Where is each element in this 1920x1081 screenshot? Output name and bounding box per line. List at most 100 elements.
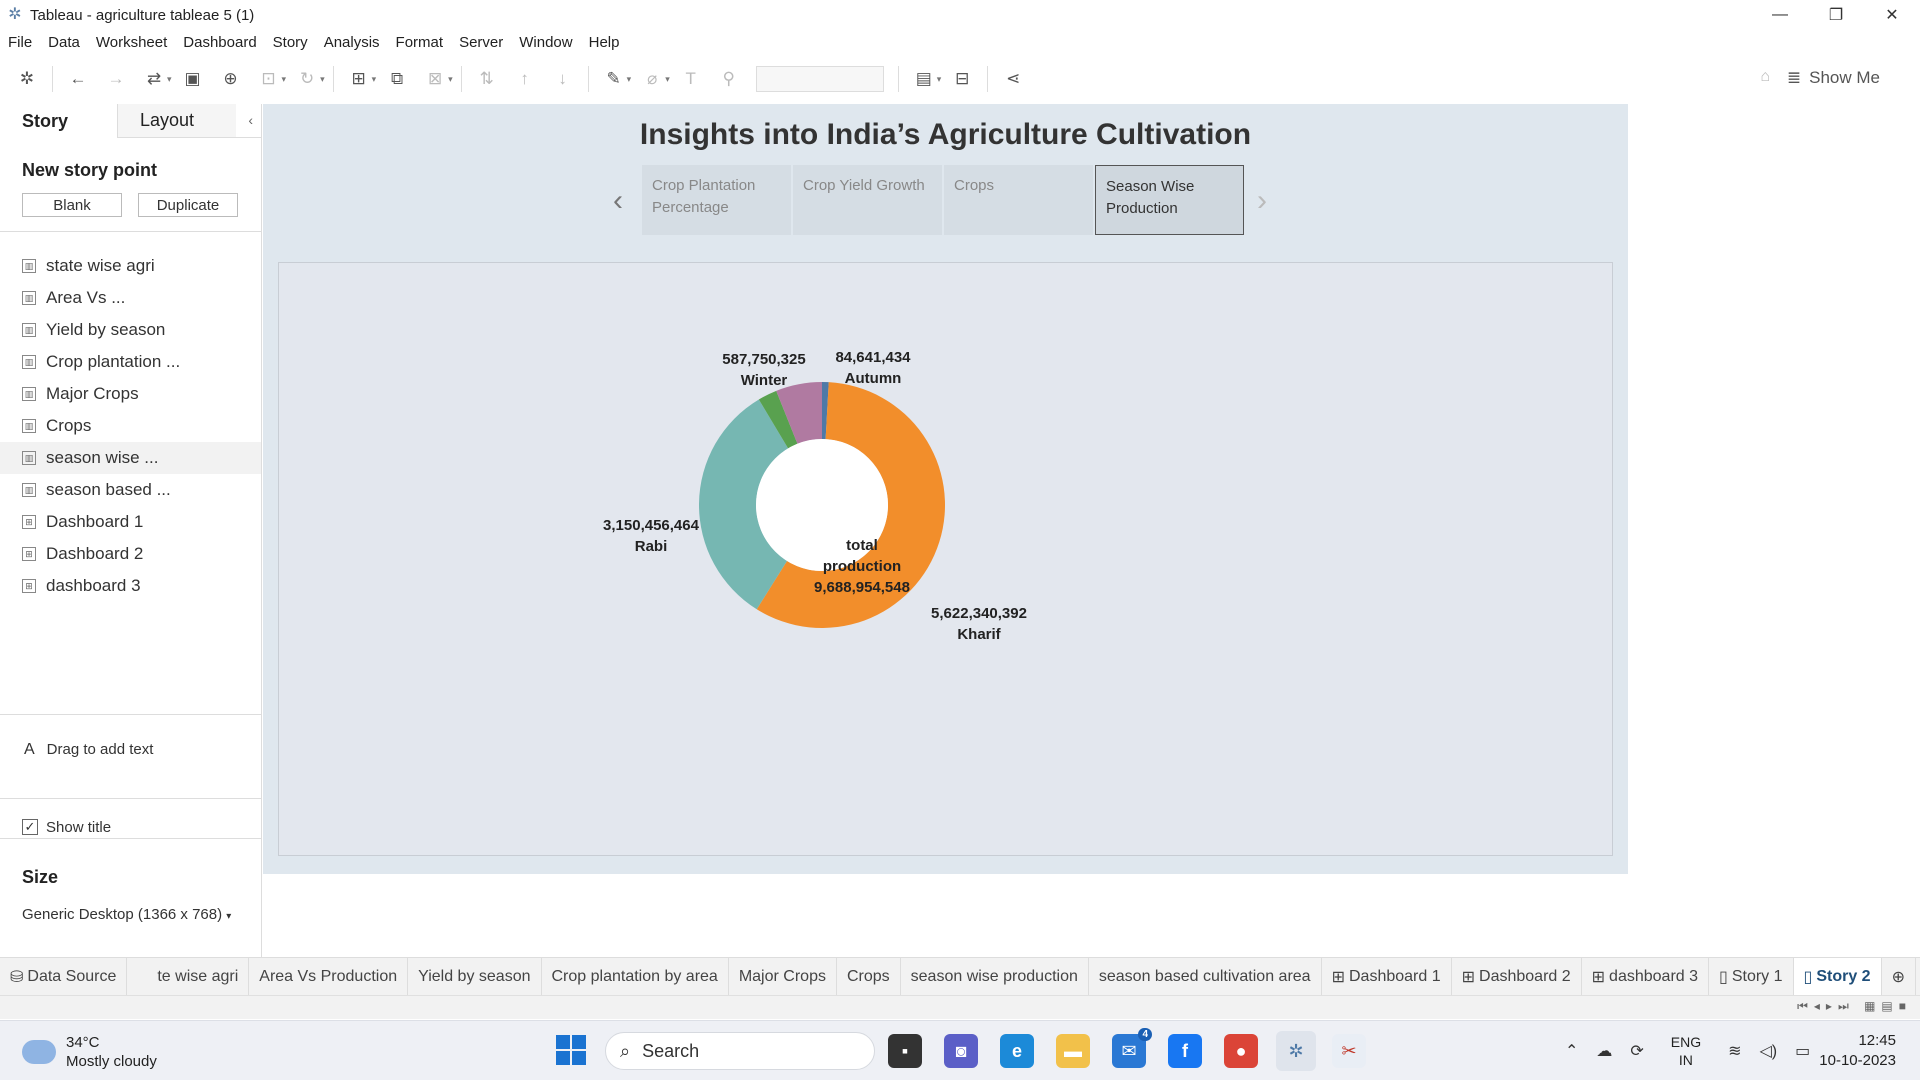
menu-format[interactable]: Format bbox=[388, 34, 452, 51]
close-button[interactable]: ✕ bbox=[1864, 0, 1920, 30]
donut-chart[interactable] bbox=[279, 263, 1614, 857]
sheet-item-season-wise[interactable]: ▥ season wise ... bbox=[0, 442, 261, 474]
start-button[interactable] bbox=[556, 1035, 586, 1065]
duplicate-button[interactable]: Duplicate bbox=[138, 193, 238, 217]
next-point-icon[interactable]: › bbox=[1257, 184, 1267, 218]
new-sheet-icon[interactable]: ⊞ bbox=[346, 66, 372, 92]
sheet-item-yield-by-season[interactable]: ▥ Yield by season bbox=[0, 314, 261, 346]
chevron-down-icon[interactable]: ▾ bbox=[320, 74, 325, 85]
sort-ascending-icon[interactable]: ↑ bbox=[512, 66, 538, 92]
taskbar-search[interactable]: ⌕ Search bbox=[605, 1032, 875, 1070]
swap-icon[interactable]: ⇅ bbox=[474, 66, 500, 92]
sheet-item-state-wise-agri[interactable]: ▥ state wise agri bbox=[0, 250, 261, 282]
sheet-item-major-crops[interactable]: ▥ Major Crops bbox=[0, 378, 261, 410]
chevron-down-icon[interactable]: ▾ bbox=[448, 74, 453, 85]
chrome-icon[interactable]: ● bbox=[1224, 1034, 1258, 1068]
sheet-navigation-icons[interactable]: ⏮◂▸⏭ ▦▤■ bbox=[1797, 999, 1912, 1014]
pause-updates-icon[interactable]: ⊡ bbox=[256, 66, 282, 92]
collapse-pane-icon[interactable]: ‹ bbox=[248, 112, 253, 128]
format-painter-icon[interactable]: ⌂ bbox=[1760, 68, 1770, 86]
menu-window[interactable]: Window bbox=[511, 34, 580, 51]
tab-season-wise-production[interactable]: season wise production bbox=[901, 957, 1089, 996]
tab-dashboard-3[interactable]: ⊞ dashboard 3 bbox=[1582, 957, 1710, 996]
highlight-icon[interactable]: ✎ bbox=[601, 66, 627, 92]
tab-yield-by-season[interactable]: Yield by season bbox=[408, 957, 542, 996]
menu-server[interactable]: Server bbox=[451, 34, 511, 51]
previous-point-icon[interactable]: ‹ bbox=[613, 184, 623, 218]
clock[interactable]: 12:45 10-10-2023 bbox=[1819, 1031, 1896, 1071]
sheet-item-dashboard-2[interactable]: ⊞ Dashboard 2 bbox=[0, 538, 261, 570]
chevron-down-icon[interactable]: ▾ bbox=[937, 74, 942, 85]
onedrive-icon[interactable]: ☁ bbox=[1596, 1041, 1612, 1061]
tab-crop-plantation-by-area[interactable]: Crop plantation by area bbox=[542, 957, 729, 996]
sheet-item-dashboard-1[interactable]: ⊞ Dashboard 1 bbox=[0, 506, 261, 538]
story-point-crops[interactable]: Crops bbox=[944, 165, 1093, 235]
redo-icon[interactable]: → bbox=[103, 66, 129, 92]
chat-icon[interactable]: ◙ bbox=[944, 1034, 978, 1068]
minimize-button[interactable]: — bbox=[1752, 0, 1808, 30]
save-icon[interactable]: ▣ bbox=[180, 66, 206, 92]
new-dashboard-tab-icon[interactable]: ⊞ bbox=[1916, 958, 1920, 996]
sort-descending-icon[interactable]: ↓ bbox=[550, 66, 576, 92]
sheet-item-dashboard-3[interactable]: ⊞ dashboard 3 bbox=[0, 570, 261, 602]
menu-help[interactable]: Help bbox=[581, 34, 628, 51]
sheet-item-crops[interactable]: ▥ Crops bbox=[0, 410, 261, 442]
menu-story[interactable]: Story bbox=[265, 34, 316, 51]
show-cards-icon[interactable]: ▤ bbox=[911, 66, 937, 92]
battery-icon[interactable]: ▭ bbox=[1795, 1041, 1810, 1061]
story-point-crop-yield[interactable]: Crop Yield Growth bbox=[793, 165, 942, 235]
task-view-icon[interactable]: ▪ bbox=[888, 1034, 922, 1068]
new-datasource-icon[interactable]: ⊕ bbox=[218, 66, 244, 92]
tab-story-1[interactable]: ▯ Story 1 bbox=[1709, 957, 1794, 996]
drag-to-add-text[interactable]: A Drag to add text bbox=[0, 714, 261, 798]
tab-crops[interactable]: Crops bbox=[837, 957, 901, 996]
refresh-icon[interactable]: ↻ bbox=[294, 66, 320, 92]
size-dropdown[interactable]: Generic Desktop (1366 x 768) ▾ bbox=[0, 888, 261, 923]
labels-icon[interactable]: T bbox=[678, 66, 704, 92]
facebook-icon[interactable]: f bbox=[1168, 1034, 1202, 1068]
chevron-down-icon[interactable]: ▾ bbox=[665, 74, 670, 85]
blank-button[interactable]: Blank bbox=[22, 193, 122, 217]
chevron-down-icon[interactable]: ▾ bbox=[282, 74, 287, 85]
menu-worksheet[interactable]: Worksheet bbox=[88, 34, 175, 51]
edge-icon[interactable]: e bbox=[1000, 1034, 1034, 1068]
sheet-item-season-based[interactable]: ▥ season based ... bbox=[0, 474, 261, 506]
replay-icon[interactable]: ⇄ bbox=[141, 66, 167, 92]
show-me-button[interactable]: ≣ Show Me bbox=[1787, 68, 1880, 88]
file-explorer-icon[interactable]: ▬ bbox=[1056, 1034, 1090, 1068]
share-icon[interactable]: ⋖ bbox=[1000, 66, 1026, 92]
sync-icon[interactable]: ⟳ bbox=[1630, 1041, 1643, 1061]
show-title-checkbox[interactable]: ✓ bbox=[22, 819, 38, 835]
tab-dashboard-1[interactable]: ⊞ Dashboard 1 bbox=[1322, 957, 1452, 996]
wifi-icon[interactable]: ≋ bbox=[1728, 1041, 1741, 1061]
tableau-home-icon[interactable]: ✲ bbox=[14, 66, 40, 92]
tableau-taskbar-icon[interactable]: ✲ bbox=[1276, 1031, 1316, 1071]
clear-sheet-icon[interactable]: ⊠ bbox=[422, 66, 448, 92]
weather-widget[interactable]: 34°C Mostly cloudy bbox=[22, 1033, 157, 1071]
tab-dashboard-2[interactable]: ⊞ Dashboard 2 bbox=[1452, 957, 1582, 996]
duplicate-sheet-icon[interactable]: ⧉ bbox=[384, 66, 410, 92]
sheet-item-crop-plantation[interactable]: ▥ Crop plantation ... bbox=[0, 346, 261, 378]
pin-icon[interactable]: ⚲ bbox=[716, 66, 742, 92]
chevron-down-icon[interactable]: ▾ bbox=[372, 74, 377, 85]
tab-story-2[interactable]: ▯ Story 2 bbox=[1793, 957, 1882, 996]
tab-season-based-cultivation-area[interactable]: season based cultivation area bbox=[1089, 957, 1322, 996]
chevron-down-icon[interactable]: ▾ bbox=[167, 74, 172, 85]
presentation-mode-icon[interactable]: ⊟ bbox=[949, 66, 975, 92]
volume-icon[interactable]: ◁) bbox=[1760, 1041, 1778, 1061]
menu-data[interactable]: Data bbox=[40, 34, 88, 51]
undo-icon[interactable]: ← bbox=[65, 66, 91, 92]
tab-area-vs-production[interactable]: Area Vs Production bbox=[249, 957, 409, 996]
menu-file[interactable]: File bbox=[0, 34, 40, 51]
restore-button[interactable]: ❐ bbox=[1808, 0, 1864, 30]
chevron-up-icon[interactable]: ⌃ bbox=[1565, 1041, 1578, 1061]
snipping-tool-icon[interactable]: ✂ bbox=[1332, 1034, 1366, 1068]
group-icon[interactable]: ⌀ bbox=[639, 66, 665, 92]
tab-story[interactable]: Story bbox=[0, 104, 118, 138]
story-point-season-wise[interactable]: Season Wise Production bbox=[1095, 165, 1244, 235]
tab-state-wise-agri[interactable]: te wise agri bbox=[127, 957, 250, 996]
tab-layout[interactable]: Layout bbox=[118, 104, 236, 138]
fit-select[interactable] bbox=[755, 66, 884, 92]
mail-icon[interactable]: ✉ 4 bbox=[1112, 1028, 1152, 1068]
menu-analysis[interactable]: Analysis bbox=[316, 34, 388, 51]
